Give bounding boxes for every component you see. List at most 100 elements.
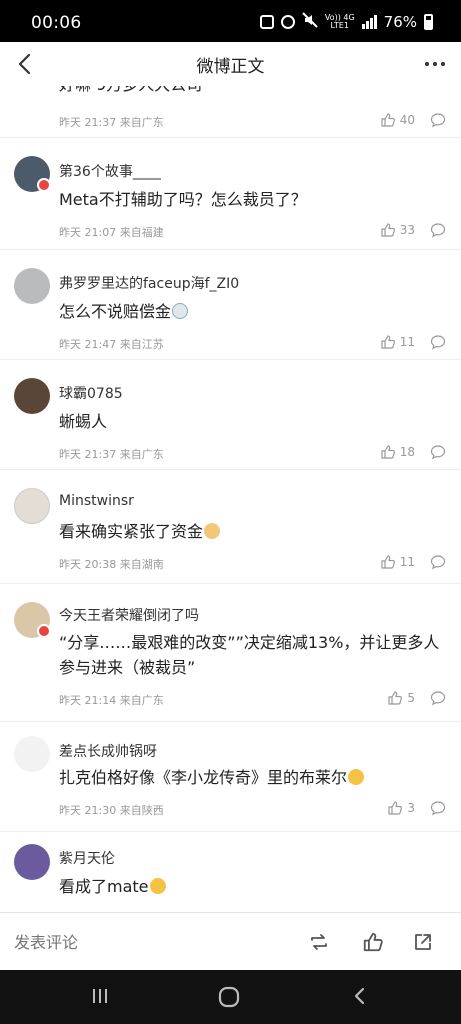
- comment-meta: 昨天 21:37 来自广东: [59, 116, 164, 129]
- like-button[interactable]: 3: [387, 800, 415, 816]
- comment-item: 第36个故事____ Meta不打辅助了吗？怎么裁员了？ 昨天 21:07 来自…: [0, 138, 461, 250]
- comment-input[interactable]: [14, 933, 164, 952]
- comment-text-row: 看成了mate: [59, 874, 437, 899]
- verified-badge: [37, 178, 51, 192]
- page-title: 微博正文: [196, 57, 265, 77]
- comment-item: Minstwinsr 看来确实紧张了资金 昨天 20:38 来自湖南 11: [0, 470, 461, 584]
- like-button[interactable]: 40: [380, 112, 415, 128]
- mute-icon: [302, 12, 318, 32]
- commenter-name[interactable]: 差点长成帅锅呀: [59, 741, 157, 761]
- comment-text: 好嘛 9万多人大公司: [59, 86, 437, 97]
- avatar[interactable]: [14, 378, 50, 414]
- thumbs-up-icon: [381, 335, 395, 349]
- home-icon: [218, 986, 240, 1008]
- battery-percent: 76%: [383, 13, 417, 31]
- bottom-bar: [0, 912, 461, 970]
- like-button[interactable]: 11: [380, 334, 415, 350]
- like-button[interactable]: 33: [380, 222, 415, 238]
- nav-bar: 微博正文: [0, 42, 461, 86]
- repost-button[interactable]: [308, 931, 330, 953]
- laugh-cry-emoji-icon: [348, 769, 365, 785]
- comment-meta: 昨天 21:37 来自广东: [59, 448, 164, 461]
- comment-item: 今天王者荣耀倒闭了吗 “分享……最艰难的改变””决定缩减13%，并让更多人参与进…: [0, 584, 461, 722]
- comment-item: 球霸0785 蜥蜴人 昨天 21:37 来自广东 18: [0, 360, 461, 470]
- like-button[interactable]: 11: [380, 554, 415, 570]
- commenter-name[interactable]: 弗罗罗里达的faceup海f_ZI0: [59, 273, 239, 293]
- comment-text: 扎克伯格好像《李小龙传奇》里的布莱尔: [59, 768, 348, 787]
- comment-list[interactable]: 好嘛 9万多人大公司 昨天 21:37 来自广东 40 第36个故事____ M…: [0, 86, 461, 912]
- avatar[interactable]: [14, 268, 50, 304]
- repost-icon: [311, 934, 327, 950]
- commenter-name[interactable]: Minstwinsr: [59, 493, 134, 509]
- reply-icon[interactable]: [430, 800, 446, 816]
- screenshot-icon: [259, 15, 274, 29]
- comment-text-row: 怎么不说赔偿金: [59, 299, 437, 324]
- laugh-cry-emoji-icon: [149, 878, 166, 894]
- thumbs-up-icon: [381, 555, 395, 569]
- signal-icon: [361, 15, 377, 29]
- comment-item: 紫月天伦 看成了mate: [0, 832, 461, 912]
- recents-button[interactable]: [90, 986, 110, 1010]
- reply-icon[interactable]: [430, 554, 446, 570]
- like-count: 18: [399, 445, 415, 459]
- more-dots-icon: [425, 62, 445, 66]
- commenter-name[interactable]: 第36个故事____: [59, 161, 161, 181]
- share-icon: [415, 934, 431, 950]
- comment-item: 好嘛 9万多人大公司 昨天 21:37 来自广东 40: [0, 86, 461, 138]
- battery-icon: [424, 14, 433, 30]
- comment-text: Meta不打辅助了吗？怎么裁员了？: [59, 190, 307, 209]
- commenter-name[interactable]: 今天王者荣耀倒闭了吗: [59, 605, 199, 625]
- status-bar: 00:06 Vo)) 4G LTE1 76%: [0, 0, 461, 42]
- comment-meta: 昨天 21:07 来自福建: [59, 226, 164, 239]
- avatar[interactable]: [14, 488, 50, 524]
- system-back-button[interactable]: [350, 986, 370, 1010]
- thumbs-up-icon: [381, 223, 395, 237]
- thumbs-up-icon: [363, 932, 383, 952]
- like-button[interactable]: 5: [387, 690, 415, 706]
- status-time: 00:06: [31, 13, 82, 33]
- thumbs-up-icon: [381, 445, 395, 459]
- reply-icon[interactable]: [430, 112, 446, 128]
- comment-item: 差点长成帅锅呀 扎克伯格好像《李小龙传奇》里的布莱尔 昨天 21:30 来自陕西…: [0, 722, 461, 832]
- avatar[interactable]: [14, 844, 50, 880]
- reply-icon[interactable]: [430, 222, 446, 238]
- recents-icon: [93, 989, 107, 1003]
- avatar[interactable]: [14, 736, 50, 772]
- status-icons: Vo)) 4G LTE1 76%: [259, 12, 433, 32]
- comment-text: 怎么不说赔偿金: [59, 302, 172, 321]
- like-count: 3: [407, 801, 415, 815]
- share-button[interactable]: [412, 931, 434, 953]
- like-post-button[interactable]: [362, 931, 384, 953]
- thumbs-up-icon: [388, 691, 403, 705]
- comment-text-row: 看来确实紧张了资金: [59, 519, 437, 544]
- thumbs-up-icon: [388, 801, 403, 815]
- back-icon: [354, 987, 365, 1005]
- like-count: 11: [399, 335, 415, 349]
- commenter-name[interactable]: 球霸0785: [59, 383, 123, 403]
- reply-icon[interactable]: [430, 690, 446, 706]
- alarm-icon: [280, 15, 295, 29]
- like-button[interactable]: 18: [380, 444, 415, 460]
- comment-text-row: 扎克伯格好像《李小龙传奇》里的布莱尔: [59, 765, 437, 790]
- comment-text: 看来确实紧张了资金: [59, 522, 204, 541]
- thumbs-up-icon: [381, 113, 395, 127]
- reply-icon[interactable]: [430, 444, 446, 460]
- comment-item: 弗罗罗里达的faceup海f_ZI0 怎么不说赔偿金 昨天 21:47 来自江苏…: [0, 250, 461, 360]
- home-button[interactable]: [218, 986, 240, 1012]
- comment-meta: 昨天 21:14 来自广东: [59, 694, 164, 707]
- commenter-name[interactable]: 紫月天伦: [59, 848, 115, 868]
- comment-meta: 昨天 21:30 来自陕西: [59, 804, 164, 817]
- comment-meta: 昨天 21:47 来自江苏: [59, 338, 164, 351]
- reply-icon[interactable]: [430, 334, 446, 350]
- like-count: 33: [399, 223, 415, 237]
- system-nav-bar: [0, 970, 461, 1024]
- network-label: Vo)) 4G LTE1: [325, 14, 355, 30]
- like-count: 40: [399, 113, 415, 127]
- screen: 00:06 Vo)) 4G LTE1 76% 微博正文 昨天 21:37 来自广…: [0, 0, 461, 1024]
- surprised-emoji-icon: [172, 303, 189, 319]
- comment-text: “分享……最艰难的改变””决定缩减13%，并让更多人参与进来（被裁员”: [59, 633, 440, 677]
- doge-emoji-icon: [204, 523, 221, 539]
- more-button[interactable]: [421, 50, 449, 78]
- comment-text: 蜥蜴人: [59, 412, 108, 431]
- like-count: 11: [399, 555, 415, 569]
